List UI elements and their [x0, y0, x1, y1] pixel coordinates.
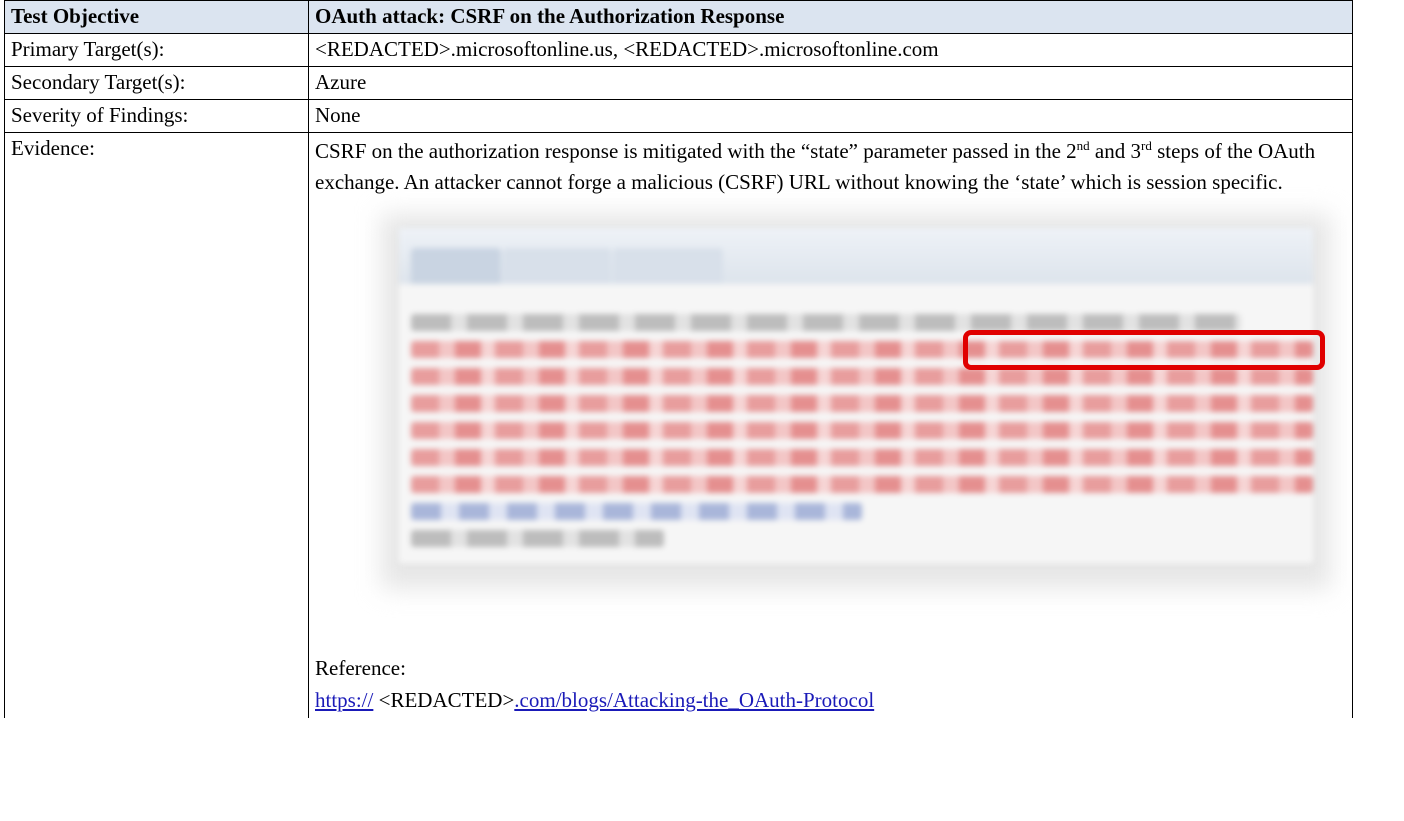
screenshot-line — [411, 530, 664, 547]
screenshot-line — [411, 368, 1313, 385]
screenshot-tab — [411, 248, 501, 284]
primary-target-row: Primary Target(s): <REDACTED>.microsofto… — [4, 33, 1353, 67]
secondary-target-label: Secondary Target(s): — [4, 66, 309, 100]
reference-redacted: <REDACTED> — [373, 688, 515, 712]
severity-row: Severity of Findings: None — [4, 99, 1353, 133]
evidence-text-part1: CSRF on the authorization response is mi… — [315, 139, 1067, 163]
primary-target-value: <REDACTED>.microsoftonline.us, <REDACTED… — [308, 33, 1353, 67]
screenshot-line — [411, 314, 1241, 331]
findings-table: Test Objective OAuth attack: CSRF on the… — [4, 0, 1353, 718]
step-2-number: 2 — [1066, 139, 1077, 163]
primary-target-label: Primary Target(s): — [4, 33, 309, 67]
screenshot-tab-bar — [399, 228, 1313, 284]
step-3-suffix: rd — [1140, 138, 1152, 153]
evidence-text: CSRF on the authorization response is mi… — [315, 135, 1346, 198]
reference-link-end[interactable]: .com/blogs/Attacking-the_OAuth-Protocol — [514, 688, 874, 712]
screenshot-line — [411, 422, 1313, 439]
screenshot-line — [411, 503, 862, 520]
reference-url: https:// <REDACTED>.com/blogs/Attacking-… — [315, 685, 1346, 715]
screenshot-line — [411, 395, 1313, 412]
evidence-label: Evidence: — [4, 132, 309, 718]
secondary-target-row: Secondary Target(s): Azure — [4, 66, 1353, 100]
secondary-target-value: Azure — [308, 66, 1353, 100]
evidence-row: Evidence: CSRF on the authorization resp… — [4, 132, 1353, 718]
evidence-screenshot — [381, 214, 1331, 589]
state-parameter-highlight — [963, 330, 1325, 370]
severity-value: None — [308, 99, 1353, 133]
header-row: Test Objective OAuth attack: CSRF on the… — [4, 0, 1353, 34]
step-3-number: 3 — [1130, 139, 1141, 163]
header-label: Test Objective — [4, 0, 309, 34]
blurred-screenshot — [399, 228, 1313, 563]
screenshot-line — [411, 476, 1313, 493]
step-2-suffix: nd — [1076, 138, 1090, 153]
reference-label: Reference: — [315, 656, 406, 680]
screenshot-tab — [503, 248, 611, 284]
screenshot-line — [411, 449, 1313, 466]
screenshot-tab — [613, 248, 723, 284]
objective-title: OAuth attack: CSRF on the Authorization … — [308, 0, 1353, 34]
reference-link-start[interactable]: https:// — [315, 688, 373, 712]
evidence-text-and: and — [1089, 139, 1131, 163]
severity-label: Severity of Findings: — [4, 99, 309, 133]
evidence-cell: CSRF on the authorization response is mi… — [308, 132, 1353, 718]
